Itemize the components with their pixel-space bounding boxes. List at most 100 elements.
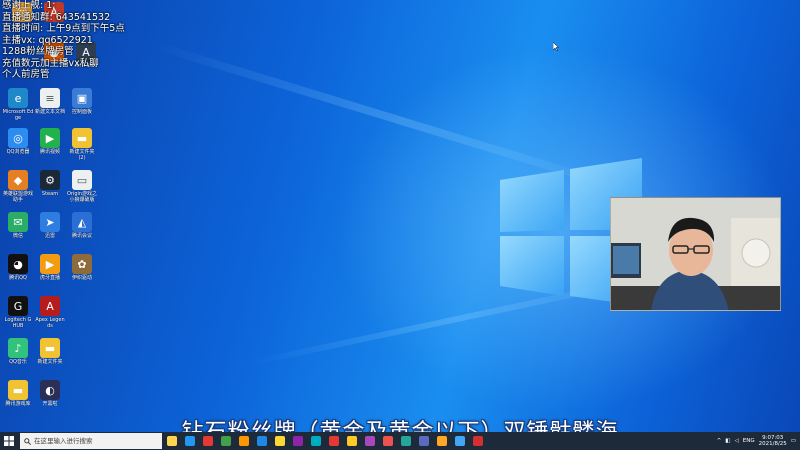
taskbar-app-button[interactable] bbox=[236, 433, 252, 449]
taskbar-app-icon bbox=[383, 436, 393, 446]
start-button[interactable] bbox=[0, 432, 18, 450]
taskbar-app-icon bbox=[167, 436, 177, 446]
icon-tile-game-assistant[interactable]: ◆ 英雄联盟游戏助手 bbox=[2, 170, 34, 203]
icon-label: Apex Legends bbox=[35, 317, 65, 329]
icon-label: 开黑啦 bbox=[42, 401, 58, 407]
app-icon: ▬ bbox=[8, 380, 28, 400]
icon-tile-logitech[interactable]: G Logitech G HUB bbox=[2, 296, 34, 329]
icon-tile-steam[interactable]: ⚙ Steam bbox=[34, 170, 66, 197]
icon-label: 迅雷 bbox=[44, 233, 55, 239]
app-icon: A bbox=[40, 296, 60, 316]
taskbar-app-button[interactable] bbox=[398, 433, 414, 449]
icon-tile-tencent-games[interactable]: ▬ 腾讯游戏库 bbox=[2, 380, 34, 407]
taskbar-app-icon bbox=[203, 436, 213, 446]
clock-date: 2021/8/25 bbox=[758, 441, 787, 447]
app-icon: ✉ bbox=[8, 212, 28, 232]
taskbar-apps bbox=[162, 433, 486, 449]
app-icon: ▶ bbox=[40, 254, 60, 274]
taskbar-app-button[interactable] bbox=[182, 433, 198, 449]
taskbar-app-button[interactable] bbox=[344, 433, 360, 449]
icon-tile-huya[interactable]: ▶ 虎牙直播 bbox=[34, 254, 66, 281]
icon-tile-control-panel[interactable]: ▣ 控制面板 bbox=[66, 88, 98, 115]
icon-tile-edge[interactable]: e Microsoft Edge bbox=[2, 88, 34, 121]
icon-tile-new-folder-2[interactable]: ▬ 新建文件夹 bbox=[34, 338, 66, 365]
app-icon: ◆ bbox=[8, 170, 28, 190]
taskbar-app-button[interactable] bbox=[416, 433, 432, 449]
icon-tile-tool[interactable]: ✿ 伊织驱动 bbox=[66, 254, 98, 281]
icon-label: 腾讯游戏库 bbox=[5, 401, 31, 407]
taskbar-app-button[interactable] bbox=[272, 433, 288, 449]
stream-info-line: 感谢上舰: 1; bbox=[2, 0, 56, 11]
app-icon: ◕ bbox=[8, 254, 28, 274]
stream-info-line: 直播时间: 上午9点到下午5点 bbox=[2, 23, 125, 34]
icon-label: QQ音乐 bbox=[9, 359, 27, 365]
taskbar-app-icon bbox=[293, 436, 303, 446]
taskbar-app-icon bbox=[329, 436, 339, 446]
taskbar-app-icon bbox=[347, 436, 357, 446]
icon-tile-new-folder[interactable]: ▬ 新建文件夹 (2) bbox=[66, 128, 98, 161]
taskbar-app-icon bbox=[221, 436, 231, 446]
taskbar-app-button[interactable] bbox=[290, 433, 306, 449]
app-icon: ◭ bbox=[72, 212, 92, 232]
icon-label: 虎牙直播 bbox=[39, 275, 60, 281]
icon-tile-tencent-meeting[interactable]: ◭ 腾讯会议 bbox=[66, 212, 98, 239]
taskbar-app-icon bbox=[401, 436, 411, 446]
app-icon: ➤ bbox=[40, 212, 60, 232]
language-indicator[interactable]: ENG bbox=[743, 438, 755, 444]
search-icon bbox=[24, 437, 31, 445]
icon-tile-wechat[interactable]: ✉ 微信 bbox=[2, 212, 34, 239]
taskbar-app-icon bbox=[419, 436, 429, 446]
icon-tile-xunlei[interactable]: ➤ 迅雷 bbox=[34, 212, 66, 239]
icon-label: Origin游戏之小狼爆破版 bbox=[66, 191, 98, 203]
taskbar-app-button[interactable] bbox=[254, 433, 270, 449]
icon-tile-apex[interactable]: A Apex Legends bbox=[34, 296, 66, 329]
icon-label: 腾讯视频 bbox=[39, 149, 60, 155]
taskbar-app-button[interactable] bbox=[470, 433, 486, 449]
taskbar-app-button[interactable] bbox=[452, 433, 468, 449]
icon-tile-qq-music[interactable]: ♪ QQ音乐 bbox=[2, 338, 34, 365]
icon-label: 新建文件夹 bbox=[37, 359, 63, 365]
icon-label: Steam bbox=[41, 191, 59, 197]
stream-info-line: 主播vx: qq6522921 bbox=[2, 34, 93, 46]
icon-label: 腾讯QQ bbox=[9, 275, 27, 281]
search-input[interactable] bbox=[34, 437, 154, 445]
icon-tile-qq[interactable]: ◕ 腾讯QQ bbox=[2, 254, 34, 281]
network-icon[interactable]: ◧ bbox=[725, 438, 730, 444]
icon-tile-kaihei[interactable]: ◐ 开黑啦 bbox=[34, 380, 66, 407]
icon-tile-qq-browser[interactable]: ◎ QQ浏览器 bbox=[2, 128, 34, 155]
windows-start-icon bbox=[4, 436, 14, 446]
icon-label: Logitech G HUB bbox=[4, 317, 32, 329]
icon-label: 英雄联盟游戏助手 bbox=[2, 191, 33, 203]
taskbar-app-button[interactable] bbox=[362, 433, 378, 449]
stream-info-overlay: 感谢上舰: 1; 直播通知群: 643541532 直播时间: 上午9点到下午5点主… bbox=[2, 0, 125, 81]
taskbar-app-button[interactable] bbox=[434, 433, 450, 449]
taskbar-search[interactable] bbox=[20, 433, 162, 449]
volume-icon[interactable]: ◁ bbox=[735, 438, 739, 444]
stream-info-line: 1288粉丝牌房管 bbox=[2, 46, 74, 57]
app-icon: ≡ bbox=[40, 88, 60, 108]
app-icon: ▭ bbox=[72, 170, 92, 190]
chevron-up-icon[interactable]: ^ bbox=[717, 438, 722, 444]
notification-icon[interactable]: ▭ bbox=[791, 438, 796, 444]
taskbar-app-icon bbox=[275, 436, 285, 446]
app-icon: ⚙ bbox=[40, 170, 60, 190]
desktop-wallpaper: ☺ A ● A Arm Calc e Microsoft Edge ≡ 新建文本文档 ▣ 控制面板 ◎… bbox=[0, 0, 800, 432]
taskbar-clock[interactable]: 9:07:03 2021/8/25 bbox=[759, 435, 787, 447]
app-icon: G bbox=[8, 296, 28, 316]
app-icon: ✿ bbox=[72, 254, 92, 274]
taskbar-app-button[interactable] bbox=[164, 433, 180, 449]
icon-label: Microsoft Edge bbox=[2, 109, 34, 121]
webcam-feed bbox=[610, 197, 781, 311]
taskbar-app-button[interactable] bbox=[380, 433, 396, 449]
icon-label: 新建文件夹 (2) bbox=[69, 149, 95, 161]
taskbar-app-button[interactable] bbox=[200, 433, 216, 449]
taskbar-app-icon bbox=[185, 436, 195, 446]
icon-label: 微信 bbox=[12, 233, 23, 239]
icon-tile-origin[interactable]: ▭ Origin游戏之小狼爆破版 bbox=[66, 170, 98, 203]
taskbar-app-button[interactable] bbox=[308, 433, 324, 449]
icon-tile-tencent-video[interactable]: ▶ 腾讯视频 bbox=[34, 128, 66, 155]
taskbar-app-button[interactable] bbox=[326, 433, 342, 449]
icon-tile-new-text[interactable]: ≡ 新建文本文档 bbox=[34, 88, 66, 115]
taskbar-app-button[interactable] bbox=[218, 433, 234, 449]
app-icon: ▶ bbox=[40, 128, 60, 148]
